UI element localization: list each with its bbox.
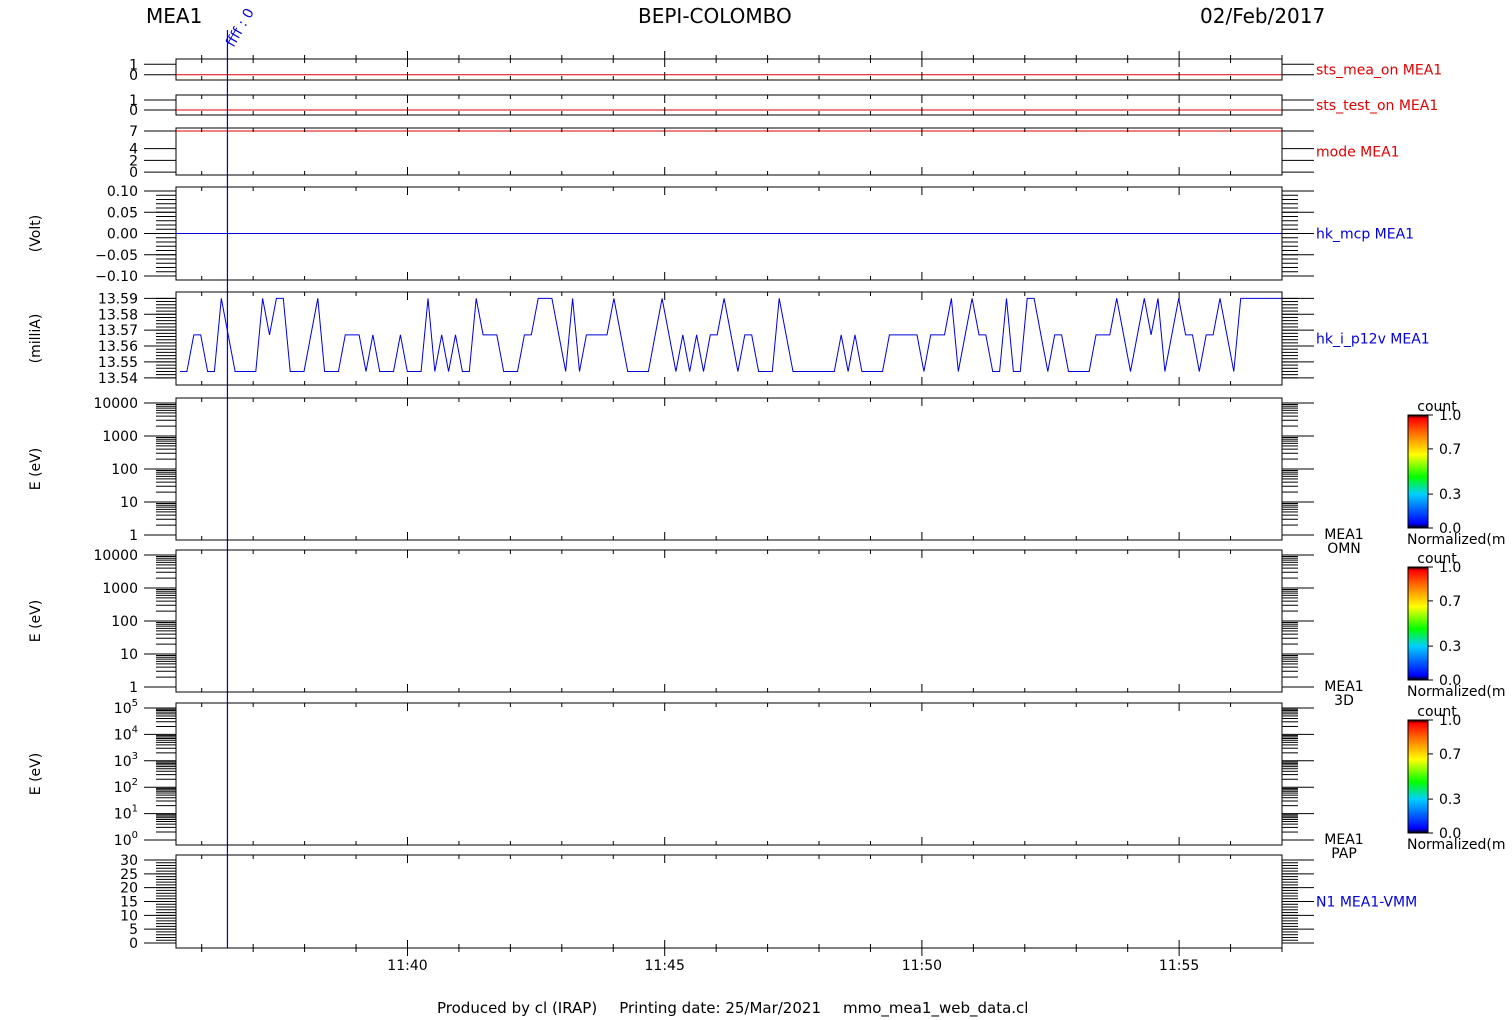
y-tick-label: 13.57 — [98, 323, 138, 339]
y-axis-title: (Volt) — [28, 215, 44, 252]
y-tick-label: 13.58 — [98, 307, 138, 323]
y-axis-title: E (eV) — [28, 448, 44, 490]
y-tick-label: 13.54 — [98, 371, 138, 387]
panel-label: sts_test_on MEA1 — [1316, 98, 1438, 114]
y-tick-label: 10000 — [93, 548, 138, 564]
panel-3d: 100001000100101E (eV)MEA13D — [28, 548, 1364, 709]
x-tick-label: 11:55 — [1159, 958, 1199, 974]
panel-frame — [175, 549, 1283, 693]
colorbar-caption: Normalized(m — [1407, 532, 1506, 548]
y-tick-label: 0.05 — [107, 205, 138, 221]
y-tick-label: 0 — [129, 936, 138, 952]
panel-n1_vmm: 302520151050N1 MEA1-VMM — [120, 853, 1417, 952]
colorbar-scale — [1407, 719, 1429, 834]
y-tick-label: 7 — [129, 124, 138, 140]
y-tick-label: −0.05 — [95, 248, 138, 264]
y-tick-label: 105 — [114, 698, 138, 717]
colorbar-tick-label: 0.3 — [1439, 792, 1461, 808]
y-tick-label: 10000 — [93, 396, 138, 412]
y-tick-label: 1 — [129, 528, 138, 544]
multi-panel-time-series: 10 sts_mea_on MEA110 sts_test_on MEA17420m… — [28, 6, 1506, 974]
y-tick-label: 101 — [114, 804, 138, 823]
colorbar-tick-label: 0.3 — [1439, 639, 1461, 655]
colorbar-tick-label: 1.0 — [1439, 408, 1461, 424]
panel-label-line2: PAP — [1331, 846, 1357, 862]
x-tick-label: 11:40 — [387, 958, 427, 974]
y-tick-label: 103 — [114, 751, 138, 770]
colorbar: count1.00.70.30.0Normalized(m — [1407, 551, 1506, 700]
panel-mode: 7420mode MEA1 — [129, 124, 1399, 181]
y-tick-label: 104 — [114, 724, 138, 743]
panel-label: hk_mcp MEA1 — [1316, 227, 1414, 243]
panel-frame — [175, 127, 1283, 176]
x-tick-label: 11:45 — [645, 958, 685, 974]
colorbar-scale — [1407, 566, 1429, 681]
colorbar-tick-label: 1.0 — [1439, 560, 1461, 576]
y-tick-label: 0 — [129, 68, 138, 84]
colorbar-tick-label: 1.0 — [1439, 713, 1461, 729]
panel-frame — [175, 854, 1283, 949]
panel-sts_mea_on: 10 sts_mea_on MEA1 — [129, 57, 1442, 84]
panel-label: sts_mea_on MEA1 — [1316, 63, 1442, 79]
y-tick-label: 13.55 — [98, 355, 138, 371]
panel-frame — [175, 397, 1283, 541]
y-tick-label: 1 — [129, 680, 138, 696]
y-tick-label: 100 — [114, 830, 138, 849]
footer-produced-by: Produced by cl (IRAP) — [437, 999, 598, 1017]
panel-label-line2: 3D — [1334, 693, 1354, 709]
x-tick-label: 11:50 — [902, 958, 942, 974]
y-tick-label: 0.00 — [107, 227, 138, 243]
colorbar-caption: Normalized(m — [1407, 684, 1506, 700]
marker-label: ffff : 0 — [223, 6, 258, 50]
colorbar-tick-label: 0.7 — [1439, 442, 1461, 458]
panel-pap: 105104103102101100E (eV)MEA1PAP — [28, 698, 1364, 862]
colorbar: count1.00.70.30.0Normalized(m — [1407, 704, 1506, 853]
panel-frame — [175, 702, 1283, 846]
y-tick-label: 1000 — [102, 581, 138, 597]
panel-sts_test_on: 10 sts_test_on MEA1 — [129, 93, 1438, 119]
colorbar-scale — [1407, 414, 1429, 529]
y-tick-label: 100 — [111, 614, 138, 630]
y-tick-label: 0 — [129, 103, 138, 119]
panel-hk_i_p12v: 13.5913.5813.5713.5613.5513.54 (milliA) hk… — [28, 291, 1430, 386]
panel-frame — [175, 94, 1283, 116]
panel-hk_mcp: 0.10 0.05 0.00 −0.05 −0.10 (Volt) hk_mcp MEA1 — [28, 184, 1414, 285]
footer-printing-date: Printing date: 25/Mar/2021 — [619, 999, 821, 1017]
y-axis-title: E (eV) — [28, 753, 44, 795]
panel-label-line2: OMN — [1327, 541, 1361, 557]
panel-label: mode MEA1 — [1316, 145, 1400, 161]
data-series-line — [180, 297, 1282, 372]
panel-frame — [175, 291, 1283, 386]
panel-omn: 100001000100101E (eV)MEA1OMN — [28, 396, 1364, 557]
colorbar-tick-label: 0.7 — [1439, 594, 1461, 610]
y-axis-title: (milliA) — [28, 314, 44, 364]
y-tick-label: 102 — [114, 777, 138, 796]
y-axis-title: E (eV) — [28, 600, 44, 642]
colorbar: count1.00.70.30.0Normalized(m — [1407, 399, 1506, 548]
colorbar-caption: Normalized(m — [1407, 837, 1506, 853]
y-tick-label: 0.10 — [107, 184, 138, 200]
colorbar-tick-label: 0.7 — [1439, 747, 1461, 763]
y-tick-label: 10 — [120, 495, 138, 511]
y-tick-label: 10 — [120, 647, 138, 663]
panel-frame — [175, 58, 1283, 81]
y-tick-label: −0.10 — [95, 269, 138, 285]
panel-label: hk_i_p12v MEA1 — [1316, 332, 1430, 348]
y-tick-label: 0 — [129, 165, 138, 181]
colorbar-tick-label: 0.3 — [1439, 487, 1461, 503]
footer: Produced by cl (IRAP) Printing date: 25/M… — [437, 999, 1050, 1017]
y-tick-label: 1000 — [102, 429, 138, 445]
panel-label: N1 MEA1-VMM — [1316, 895, 1417, 911]
y-tick-label: 13.56 — [98, 339, 138, 355]
y-tick-label: 13.59 — [98, 291, 138, 307]
footer-script-name: mmo_mea1_web_data.cl — [843, 999, 1029, 1017]
y-tick-label: 100 — [111, 462, 138, 478]
